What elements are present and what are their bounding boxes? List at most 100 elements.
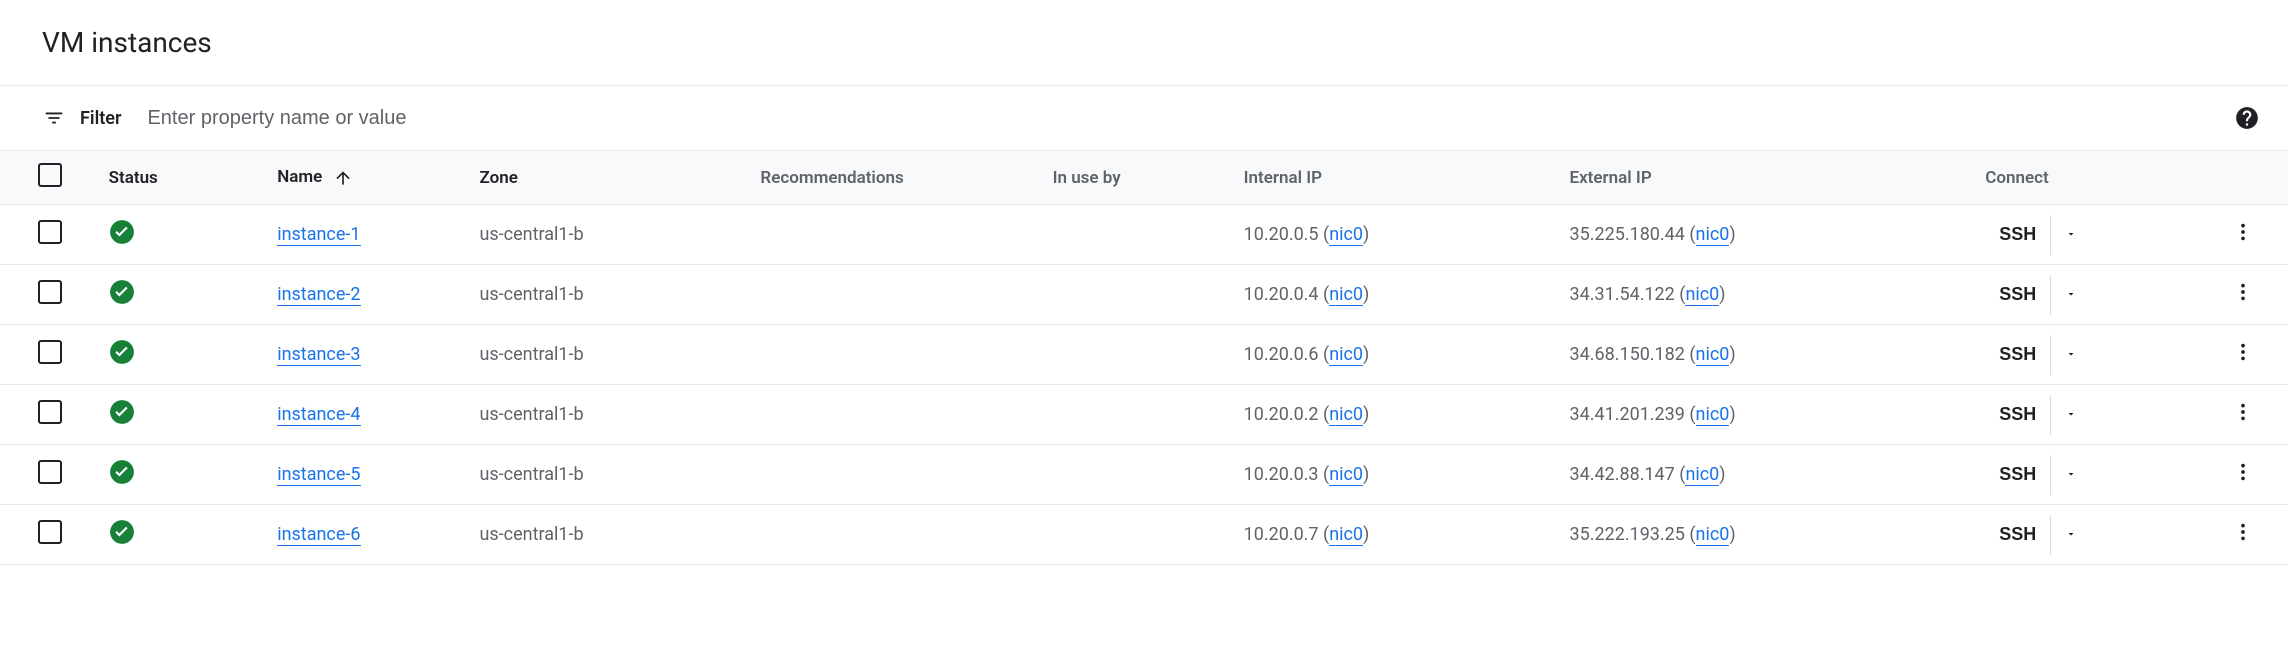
- status-running-icon: [109, 339, 135, 365]
- more-actions-button[interactable]: [2223, 515, 2263, 555]
- status-running-icon: [109, 219, 135, 245]
- in-use-by-value: [1041, 385, 1232, 445]
- column-header-external-ip[interactable]: External IP: [1558, 151, 1974, 205]
- ssh-button[interactable]: SSH: [1985, 456, 2050, 493]
- external-nic-link[interactable]: nic0: [1696, 344, 1730, 366]
- row-checkbox[interactable]: [38, 280, 62, 304]
- filter-bar: Filter: [0, 86, 2288, 150]
- chevron-down-icon: [2065, 404, 2077, 425]
- table-header-row: Status Name Zone Recommendations In use …: [0, 151, 2288, 205]
- more-vert-icon: [2232, 521, 2254, 548]
- recommendations-value: [748, 265, 1040, 325]
- in-use-by-value: [1041, 325, 1232, 385]
- sort-ascending-icon: [333, 168, 353, 188]
- column-header-connect[interactable]: Connect: [1973, 151, 2198, 205]
- more-vert-icon: [2232, 461, 2254, 488]
- chevron-down-icon: [2065, 224, 2077, 245]
- connect-cell: SSH: [1985, 275, 2186, 315]
- ssh-dropdown-button[interactable]: [2050, 515, 2090, 555]
- zone-value: us-central1-b: [467, 505, 748, 565]
- instance-name-link[interactable]: instance-5: [277, 464, 360, 486]
- ssh-button[interactable]: SSH: [1985, 516, 2050, 553]
- filter-icon: [42, 106, 66, 130]
- ssh-dropdown-button[interactable]: [2050, 455, 2090, 495]
- column-header-internal-ip[interactable]: Internal IP: [1232, 151, 1558, 205]
- recommendations-value: [748, 505, 1040, 565]
- column-header-in-use-by[interactable]: In use by: [1041, 151, 1232, 205]
- ssh-button[interactable]: SSH: [1985, 396, 2050, 433]
- select-all-checkbox[interactable]: [38, 163, 62, 187]
- external-nic-link[interactable]: nic0: [1696, 524, 1730, 546]
- internal-nic-link[interactable]: nic0: [1329, 344, 1363, 366]
- external-nic-link[interactable]: nic0: [1696, 404, 1730, 426]
- instance-name-link[interactable]: instance-3: [277, 344, 360, 366]
- more-vert-icon: [2232, 221, 2254, 248]
- row-checkbox[interactable]: [38, 220, 62, 244]
- filter-label: Filter: [80, 108, 121, 129]
- more-actions-button[interactable]: [2223, 395, 2263, 435]
- ssh-button[interactable]: SSH: [1985, 336, 2050, 373]
- in-use-by-value: [1041, 505, 1232, 565]
- chevron-down-icon: [2065, 464, 2077, 485]
- instance-name-link[interactable]: instance-6: [277, 524, 360, 546]
- in-use-by-value: [1041, 265, 1232, 325]
- more-vert-icon: [2232, 401, 2254, 428]
- chevron-down-icon: [2065, 344, 2077, 365]
- external-nic-link[interactable]: nic0: [1685, 464, 1719, 486]
- ssh-dropdown-button[interactable]: [2050, 215, 2090, 255]
- external-nic-link[interactable]: nic0: [1696, 224, 1730, 246]
- ssh-button[interactable]: SSH: [1985, 216, 2050, 253]
- more-actions-button[interactable]: [2223, 215, 2263, 255]
- ssh-dropdown-button[interactable]: [2050, 395, 2090, 435]
- row-checkbox[interactable]: [38, 340, 62, 364]
- more-actions-button[interactable]: [2223, 275, 2263, 315]
- ssh-dropdown-button[interactable]: [2050, 275, 2090, 315]
- row-checkbox[interactable]: [38, 400, 62, 424]
- internal-nic-link[interactable]: nic0: [1329, 224, 1363, 246]
- status-running-icon: [109, 519, 135, 545]
- connect-cell: SSH: [1985, 455, 2186, 495]
- chevron-down-icon: [2065, 524, 2077, 545]
- ssh-button[interactable]: SSH: [1985, 276, 2050, 313]
- external-nic-link[interactable]: nic0: [1685, 284, 1719, 306]
- chevron-down-icon: [2065, 284, 2077, 305]
- internal-nic-link[interactable]: nic0: [1329, 464, 1363, 486]
- internal-nic-link[interactable]: nic0: [1329, 284, 1363, 306]
- ssh-dropdown-button[interactable]: [2050, 335, 2090, 375]
- page-title: VM instances: [0, 0, 2288, 85]
- more-actions-button[interactable]: [2223, 335, 2263, 375]
- column-header-zone[interactable]: Zone: [467, 151, 748, 205]
- status-running-icon: [109, 279, 135, 305]
- column-header-name[interactable]: Name: [265, 151, 467, 205]
- column-header-recommendations[interactable]: Recommendations: [748, 151, 1040, 205]
- internal-nic-link[interactable]: nic0: [1329, 524, 1363, 546]
- vm-instances-table: Status Name Zone Recommendations In use …: [0, 150, 2288, 565]
- in-use-by-value: [1041, 445, 1232, 505]
- connect-cell: SSH: [1985, 395, 2186, 435]
- connect-cell: SSH: [1985, 215, 2186, 255]
- internal-nic-link[interactable]: nic0: [1329, 404, 1363, 426]
- external-ip-value: 34.31.54.122 (nic0): [1558, 265, 1974, 325]
- row-checkbox[interactable]: [38, 460, 62, 484]
- table-row: instance-2us-central1-b10.20.0.4 (nic0)3…: [0, 265, 2288, 325]
- zone-value: us-central1-b: [467, 265, 748, 325]
- internal-ip-value: 10.20.0.2 (nic0): [1232, 385, 1558, 445]
- instance-name-link[interactable]: instance-4: [277, 404, 360, 426]
- status-running-icon: [109, 459, 135, 485]
- connect-cell: SSH: [1985, 335, 2186, 375]
- zone-value: us-central1-b: [467, 205, 748, 265]
- help-icon[interactable]: [2234, 105, 2260, 131]
- instance-name-link[interactable]: instance-2: [277, 284, 360, 306]
- column-header-actions: [2198, 151, 2288, 205]
- column-header-status[interactable]: Status: [97, 151, 266, 205]
- internal-ip-value: 10.20.0.5 (nic0): [1232, 205, 1558, 265]
- external-ip-value: 35.225.180.44 (nic0): [1558, 205, 1974, 265]
- table-row: instance-5us-central1-b10.20.0.3 (nic0)3…: [0, 445, 2288, 505]
- instance-name-link[interactable]: instance-1: [277, 224, 360, 246]
- more-actions-button[interactable]: [2223, 455, 2263, 495]
- external-ip-value: 34.68.150.182 (nic0): [1558, 325, 1974, 385]
- filter-input[interactable]: [145, 106, 2234, 131]
- more-vert-icon: [2232, 341, 2254, 368]
- row-checkbox[interactable]: [38, 520, 62, 544]
- zone-value: us-central1-b: [467, 445, 748, 505]
